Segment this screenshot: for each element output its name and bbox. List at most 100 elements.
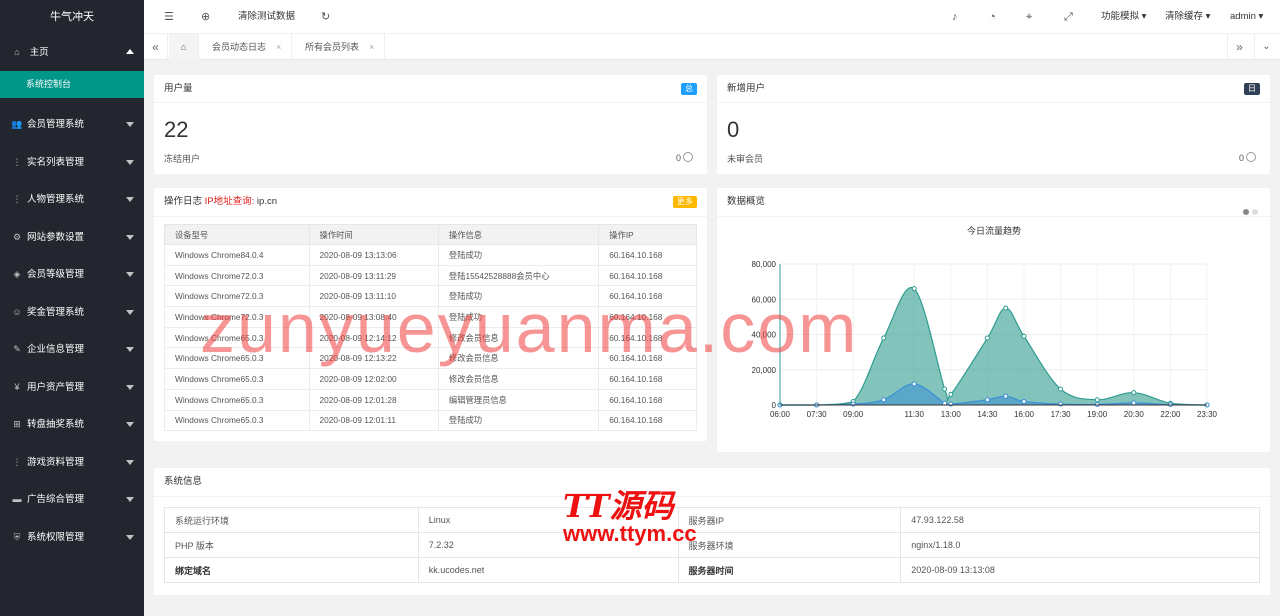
x-tick-label: 13:00 [941,410,962,419]
edit-icon: ✎ [13,344,21,354]
table-cell: 2020-08-09 12:13:22 [308,347,439,370]
sidebar-item-home[interactable]: ⌂ 主页 [0,34,144,71]
sidebar-item[interactable]: ✎ 企业信息管理 [0,331,144,369]
operation-log-card: 操作日志 IP地址查询: ip.cn 更多 设备型号 操作时间 操作信息 操作IP W… [154,188,707,441]
total-badge: 总 [681,83,697,95]
series-area [780,287,1207,405]
chevron-down-icon [126,234,134,240]
sidebar-item[interactable]: ⋮ 人物管理系统 [0,181,144,219]
table-cell: 2020-08-09 13:13:06 [308,244,439,266]
table-cell: 7.2.32 [417,532,679,558]
column-header: 操作IP [598,224,697,245]
table-row: Windows Chrome72.0.3 2020-08-09 13:11:10 登… [164,285,697,308]
chevron-down-icon [126,384,134,390]
x-tick-label: 22:00 [1160,410,1181,419]
x-tick-label: 06:00 [770,410,791,419]
close-icon[interactable]: × [276,42,281,52]
new-users-count: 0 [727,117,740,142]
chevron-down-icon [126,459,134,465]
data-point [881,397,887,403]
sidebar-item-label: 网站参数设置 [27,231,85,243]
sidebar-subitem-console[interactable]: 系统控制台 [0,71,144,98]
bell-icon[interactable]: ♪ [952,0,958,34]
users-card: 用户量 总 22 冻结用户 0 [154,75,707,174]
sidebar-item[interactable]: ◈ 会员等级管理 [0,256,144,294]
card-icon: ▬ [12,494,22,504]
sidebar-item-label: 系统权限管理 [27,531,85,543]
table-cell: 绑定域名 [164,557,419,583]
table-cell: 登陆成功 [437,409,600,432]
tabs-scroll-right-icon[interactable]: » [1227,34,1251,60]
table-cell: Windows Chrome84.0.4 [164,244,310,266]
table-row: 绑定域名 kk.ucodes.net 服务器时间 2020-08-09 13:13:0… [164,557,1260,583]
chevron-down-icon [126,309,134,315]
table-row: Windows Chrome65.0.3 2020-08-09 12:01:28 编… [164,388,697,411]
function-mock-dropdown[interactable]: 功能模拟 ▾ [1101,0,1146,34]
x-tick-label: 19:00 [1087,410,1108,419]
column-header: 设备型号 [164,224,310,245]
home-icon: ⌂ [14,47,20,57]
x-tick-label: 16:00 [1014,410,1035,419]
y-tick-label: 40,000 [752,331,777,340]
table-row: 系统运行环境 Linux 服务器IP 47.93.122.58 [164,507,1260,533]
sidebar: 牛气冲天 ⌂ 主页 系统控制台 👥 会员管理系统 ⋮ 实名列表管理 ⋮ 人物管理系统 ⚙ 网站… [0,0,144,616]
carousel-dot[interactable] [1252,209,1258,215]
smile-icon: ☺ [12,306,22,317]
table-cell: 修改会员信息 [437,326,600,349]
clear-test-data-button[interactable]: 清除测试数据 [238,0,295,34]
sidebar-item[interactable]: ⛨ 系统权限管理 [0,519,144,557]
data-point [1131,390,1137,396]
sidebar-item[interactable]: ⚙ 网站参数设置 [0,219,144,257]
tabs-scroll-left-icon[interactable]: « [144,34,168,60]
sidebar-item[interactable]: ⊞ 转盘抽奖系统 [0,406,144,444]
dashboard-icon[interactable]: ◔ [989,0,996,34]
data-point [850,401,856,407]
close-icon[interactable]: × [369,42,374,52]
chart-title: 今日流量趋势 [967,225,1021,236]
sidebar-item[interactable]: 👥 会员管理系统 [0,106,144,144]
frozen-users-label: 冻结用户 [164,154,201,164]
new-users-card: 新增用户 日 0 未审会员 0 [717,75,1270,174]
table-cell: 服务器环境 [677,532,902,558]
table-row: PHP 版本 7.2.32 服务器环境 nginx/1.18.0 [164,532,1260,558]
fullscreen-icon[interactable]: ⤢ [1064,0,1073,34]
table-cell: Windows Chrome65.0.3 [164,326,310,349]
sidebar-item[interactable]: ▬ 广告综合管理 [0,481,144,519]
user-menu-dropdown[interactable]: admin ▾ [1230,0,1263,34]
data-point [911,381,917,387]
sidebar-item[interactable]: ⋮ 游戏资料管理 [0,444,144,482]
menu-toggle-icon[interactable]: ☰ [164,0,174,34]
table-cell: 47.93.122.58 [900,507,1260,533]
table-cell: Linux [417,507,679,533]
data-point [1021,333,1027,339]
tag-icon[interactable]: ⌖ [1026,0,1032,34]
refresh-icon[interactable]: ↻ [321,0,330,34]
chevron-down-icon [126,272,134,277]
tabs-dropdown-icon[interactable]: ⌄ [1254,34,1278,60]
traffic-chart: 今日流量趋势 0 20,000 40,000 60,000 80,000 06:00 07:… [752,225,1218,419]
tabs-bar: « ⌂ 会员动态日志 × 所有会员列表 × » ⌄ [144,34,1280,60]
data-point [1003,305,1009,311]
carousel-dot-active[interactable] [1243,209,1249,215]
sidebar-item-label: 人物管理系统 [27,194,85,205]
x-tick-label: 23:30 [1197,410,1218,419]
data-point [911,286,917,292]
home-icon: ⌂ [180,42,187,52]
sidebar-item[interactable]: ¥ 用户资产管理 [0,369,144,407]
clear-cache-dropdown[interactable]: 清除缓存 ▾ [1165,0,1210,34]
table-row: Windows Chrome72.0.3 2020-08-09 13:11:29 登… [164,264,697,287]
globe-icon[interactable]: ⊕ [201,0,210,34]
sidebar-item[interactable]: ☺ 奖金管理系统 [0,294,144,332]
data-point [1021,398,1027,404]
tab-home[interactable]: ⌂ [169,34,199,60]
diamond-icon: ◈ [13,269,21,279]
more-button[interactable]: 更多 [673,196,697,208]
tab-member-log[interactable]: 会员动态日志 × [202,34,293,60]
sidebar-item[interactable]: ⋮ 实名列表管理 [0,144,144,182]
card-title: 新增用户 [727,83,766,94]
tab-member-list[interactable]: 所有会员列表 × [295,34,386,60]
x-tick-label: 17:30 [1051,410,1072,419]
table-cell: 60.164.10.168 [598,326,697,349]
ip-lookup-link[interactable]: ip.cn [257,196,277,207]
table-cell: kk.ucodes.net [417,557,679,583]
